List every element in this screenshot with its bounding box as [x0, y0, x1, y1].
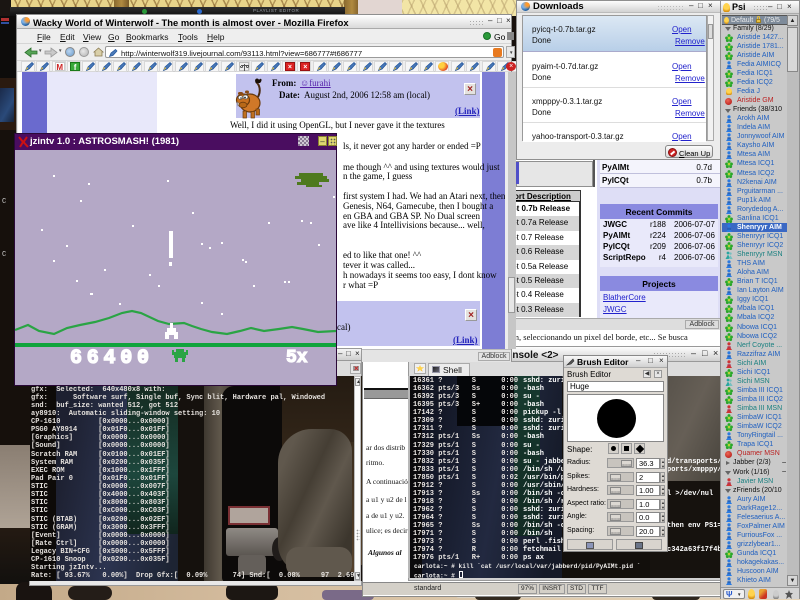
svg-text:66400: 66400 — [70, 347, 149, 370]
svg-text:5x: 5x — [286, 348, 308, 368]
